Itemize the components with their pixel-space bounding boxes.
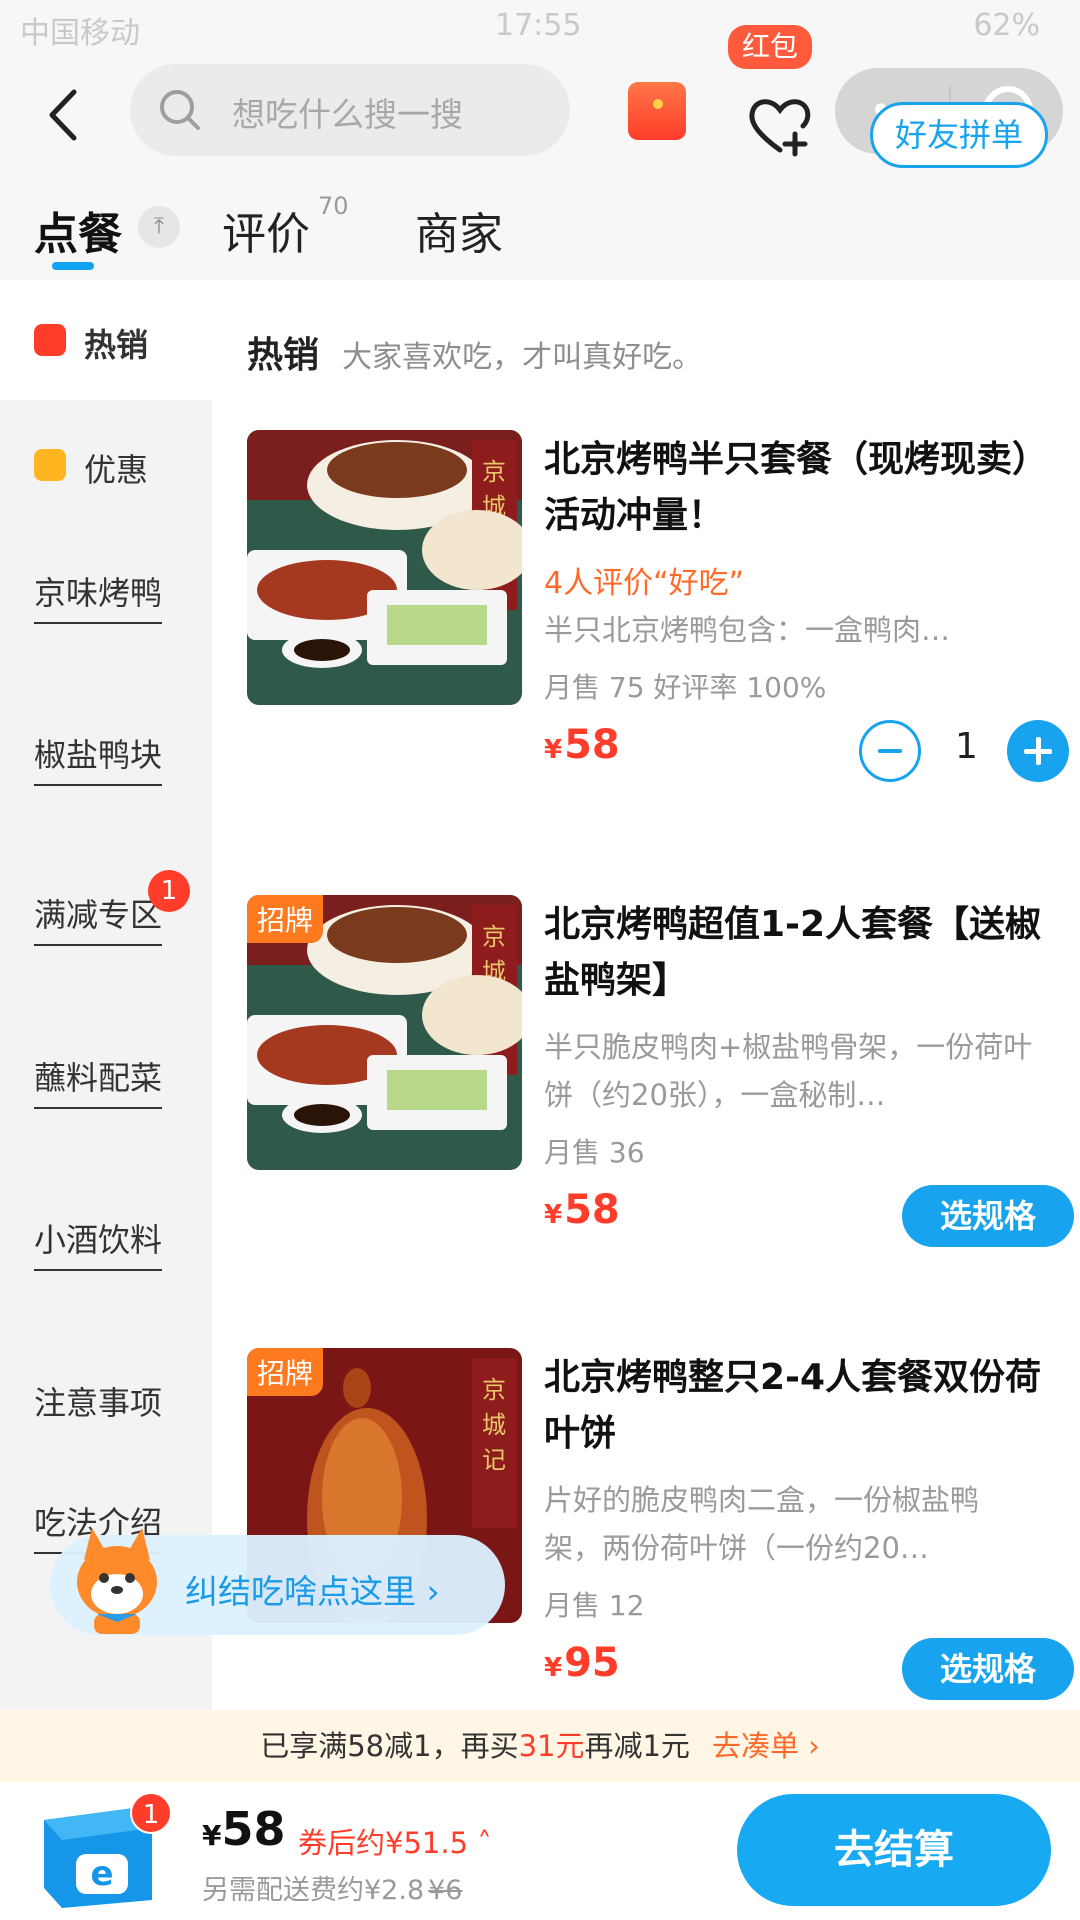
tab-bar: 点餐 ⤒ 评价 70 商家 <box>0 190 1080 280</box>
svg-text:e: e <box>90 1854 113 1894</box>
quantity-stepper: 1 <box>859 720 1069 784</box>
food-description: 半只脆皮鸭肉+椒盐鸭骨架，一份荷叶饼（约20张），一盒秘制… <box>544 1030 1033 1112</box>
promo-amount: 31元 <box>518 1729 585 1763</box>
clock: 17:55 <box>495 8 582 43</box>
cart-total: ¥58 <box>202 1802 286 1856</box>
choose-spec-button[interactable]: 选规格 <box>902 1185 1074 1247</box>
search-input[interactable]: 想吃什么搜一搜 <box>130 64 570 156</box>
sidebar-item-roast-duck[interactable]: 京味烤鸭 <box>0 528 212 648</box>
section-subtitle: 大家喜欢吃，才叫真好吃。 <box>342 340 703 375</box>
sidebar-item-label: 满减专区 <box>34 890 163 946</box>
sidebar-item-hot[interactable]: 热销 <box>0 280 212 400</box>
battery-level: 62% <box>973 8 1040 43</box>
sidebar-item-discount[interactable]: 优惠 <box>0 405 212 525</box>
svg-text:京: 京 <box>482 1376 506 1404</box>
sidebar-item-salt-duck[interactable]: 椒盐鸭块 <box>0 690 212 810</box>
sidebar-item-label: 蘸料配菜 <box>34 1053 163 1109</box>
increase-button[interactable] <box>1007 720 1069 782</box>
status-bar: 中国移动 17:55 62% <box>0 0 1080 51</box>
food-price: ¥58 <box>544 722 620 768</box>
section-header: 热销 大家喜欢吃，才叫真好吃。 <box>247 326 702 378</box>
sidebar-item-label: 热销 <box>84 326 149 364</box>
tag-icon <box>34 449 66 481</box>
promo-bar[interactable]: 已享满58减1，再买31元再减1元 去凑单 › <box>0 1710 1080 1782</box>
choose-spec-button[interactable]: 选规格 <box>902 1638 1074 1700</box>
sidebar-item-sauces[interactable]: 蘸料配菜 <box>0 1013 212 1133</box>
food-description: 半只北京烤鸭包含：一盒鸭肉… <box>544 613 951 647</box>
header: 想吃什么搜一搜 红包 ••• 点餐 ⤒ 评价 70 商家 好友拼单 <box>0 25 1080 280</box>
food-review: 4人评价“好吃” <box>544 566 745 601</box>
back-button[interactable] <box>40 80 90 150</box>
brand-stamp-label: 京 <box>482 458 506 486</box>
category-sidebar: 热销 优惠 京味烤鸭 椒盐鸭块 满减专区 1 蘸料配菜 小酒饮料 注意事项 吃法… <box>0 280 212 1710</box>
svg-text:城: 城 <box>482 1411 506 1439</box>
sidebar-badge: 1 <box>148 870 190 912</box>
food-sales: 月售 36 <box>544 1136 645 1169</box>
food-title: 北京烤鸭整只2-4人套餐双份荷叶饼 <box>544 1357 1042 1454</box>
sidebar-item-notes[interactable]: 注意事项 <box>0 1338 212 1458</box>
search-placeholder: 想吃什么搜一搜 <box>232 95 463 134</box>
favorite-button[interactable] <box>745 90 815 160</box>
promo-action[interactable]: 去凑单 › <box>712 1729 820 1763</box>
food-item[interactable]: 京 城 记 北京烤鸭半只套餐（现烤现卖）活动冲量！ 4人评价“好吃” 半只北京烤… <box>247 430 1069 870</box>
food-image[interactable]: 京 城 记 招牌 <box>247 895 522 1170</box>
food-title: 北京烤鸭半只套餐（现烤现卖）活动冲量！ <box>544 439 1031 536</box>
heart-plus-icon <box>749 99 811 157</box>
review-count: 70 <box>318 192 349 220</box>
delivery-fee: 另需配送费约¥2.8 ¥6 <box>202 1875 463 1906</box>
food-price: ¥58 <box>544 1187 620 1233</box>
sidebar-item-label: 注意事项 <box>34 1384 163 1422</box>
section-title: 热销 <box>247 335 320 376</box>
signature-tag: 招牌 <box>247 895 324 943</box>
svg-text:京: 京 <box>482 923 506 951</box>
svg-text:记: 记 <box>482 1446 506 1474</box>
food-description: 片好的脆皮鸭肉二盒，一份椒盐鸭架，两份荷叶饼（一份约20… <box>544 1483 980 1565</box>
roast-duck-platter-image: 京 城 记 <box>247 430 522 705</box>
cart-bar: e 1 ¥58 券后约¥51.5 ˄ 另需配送费约¥2.8 ¥6 去结算 <box>0 1782 1080 1920</box>
red-packet-badge: 红包 <box>728 25 813 69</box>
tab-reviews[interactable]: 评价 <box>222 198 310 262</box>
food-title: 北京烤鸭超值1-2人套餐【送椒盐鸭架】 <box>544 904 1042 1001</box>
checkout-button[interactable]: 去结算 <box>737 1794 1051 1906</box>
flame-icon <box>34 324 66 356</box>
carrier-label: 中国移动 <box>20 16 140 51</box>
dog-mascot-icon <box>77 1528 157 1634</box>
menu-list: 热销 大家喜欢吃，才叫真好吃。 京 城 记 北京烤鸭 <box>212 280 1080 1710</box>
sidebar-item-label: 小酒饮料 <box>34 1215 163 1271</box>
sidebar-item-drinks[interactable]: 小酒饮料 <box>0 1175 212 1295</box>
chevron-left-icon <box>49 89 77 141</box>
tab-order[interactable]: 点餐 <box>34 198 122 262</box>
food-sales: 月售 75 好评率 100% <box>544 671 827 704</box>
search-icon <box>160 90 200 130</box>
friend-order-button[interactable]: 好友拼单 <box>870 102 1048 168</box>
food-image[interactable]: 京 城 记 <box>247 430 522 705</box>
sidebar-item-full-reduction[interactable]: 满减专区 1 <box>0 850 212 970</box>
food-price: ¥95 <box>544 1640 620 1686</box>
pin-top-icon[interactable]: ⤒ <box>138 206 180 248</box>
tab-merchant[interactable]: 商家 <box>415 198 503 262</box>
food-sales: 月售 12 <box>544 1589 645 1622</box>
sidebar-item-label: 优惠 <box>84 451 149 489</box>
decrease-button[interactable] <box>859 720 921 782</box>
sidebar-item-label: 京味烤鸭 <box>34 568 163 624</box>
recommendation-text: 纠结吃啥点这里 › <box>185 1572 440 1611</box>
cart-count-badge: 1 <box>130 1792 172 1834</box>
tab-indicator <box>52 262 94 270</box>
after-coupon-price[interactable]: 券后约¥51.5 ˄ <box>298 1820 492 1862</box>
food-item[interactable]: 京 城 记 招牌 北京烤鸭超值1-2人套餐【送椒盐鸭架】 半只脆皮鸭肉+椒盐鸭骨… <box>247 895 1074 1335</box>
signature-tag: 招牌 <box>247 1348 324 1396</box>
sidebar-item-label: 椒盐鸭块 <box>34 730 163 786</box>
quantity-value: 1 <box>955 726 978 767</box>
red-packet-icon[interactable] <box>628 82 686 140</box>
food-item[interactable]: 京 城 记 招牌 北京烤鸭整只2-4人套餐双份荷叶饼 片好的脆皮鸭肉二盒，一份椒… <box>247 1348 1074 1710</box>
